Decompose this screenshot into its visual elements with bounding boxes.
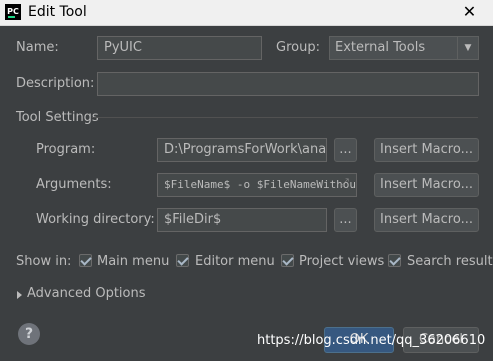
- advanced-options-toggle[interactable]: Advanced Options: [27, 286, 146, 301]
- chevron-right-icon[interactable]: [17, 291, 22, 299]
- watermark-text: https://blog.csdn.net/qq_36206610: [257, 333, 486, 348]
- group-label: Group:: [276, 40, 320, 55]
- chevron-down-icon[interactable]: ▼: [457, 37, 478, 59]
- main-menu-checkbox-label[interactable]: Main menu: [97, 254, 169, 269]
- description-input[interactable]: [97, 72, 479, 96]
- program-input[interactable]: D:\ProgramsForWork\anac: [157, 138, 327, 162]
- name-label: Name:: [16, 40, 59, 55]
- project-views-checkbox-label[interactable]: Project views: [299, 254, 384, 269]
- search-result-checkbox-label[interactable]: Search result: [407, 254, 493, 269]
- expand-icon[interactable]: ⤢: [340, 176, 349, 190]
- show-in-label: Show in:: [16, 254, 72, 269]
- section-divider: [92, 117, 478, 118]
- working-directory-label: Working directory:: [36, 212, 155, 227]
- program-insert-macro-button[interactable]: Insert Macro...: [374, 138, 479, 162]
- tool-settings-section-label: Tool Settings: [16, 110, 99, 125]
- name-input[interactable]: PyUIC: [97, 36, 262, 60]
- program-label: Program:: [36, 142, 96, 157]
- help-icon[interactable]: ?: [18, 323, 40, 345]
- pycharm-app-icon: PC: [5, 4, 21, 20]
- working-directory-insert-macro-button[interactable]: Insert Macro...: [374, 208, 479, 232]
- editor-menu-checkbox-label[interactable]: Editor menu: [195, 254, 275, 269]
- editor-menu-checkbox[interactable]: [176, 254, 189, 267]
- window-title: Edit Tool: [28, 4, 87, 20]
- working-directory-input[interactable]: $FileDir$: [157, 208, 327, 232]
- arguments-insert-macro-button[interactable]: Insert Macro...: [374, 173, 479, 197]
- working-directory-browse-button[interactable]: ...: [334, 208, 357, 232]
- title-bar: PC Edit Tool ✕: [0, 0, 493, 26]
- description-label: Description:: [16, 76, 95, 91]
- close-button[interactable]: ✕: [446, 0, 493, 25]
- group-select-value: External Tools: [335, 40, 426, 55]
- program-browse-button[interactable]: ...: [334, 138, 357, 162]
- arguments-label: Arguments:: [36, 177, 112, 192]
- main-menu-checkbox[interactable]: [79, 254, 92, 267]
- search-result-checkbox[interactable]: [388, 254, 401, 267]
- project-views-checkbox[interactable]: [281, 254, 294, 267]
- arguments-input[interactable]: $FileName$ -o $FileNameWithou: [157, 173, 357, 197]
- group-select[interactable]: External Tools ▼: [329, 36, 479, 60]
